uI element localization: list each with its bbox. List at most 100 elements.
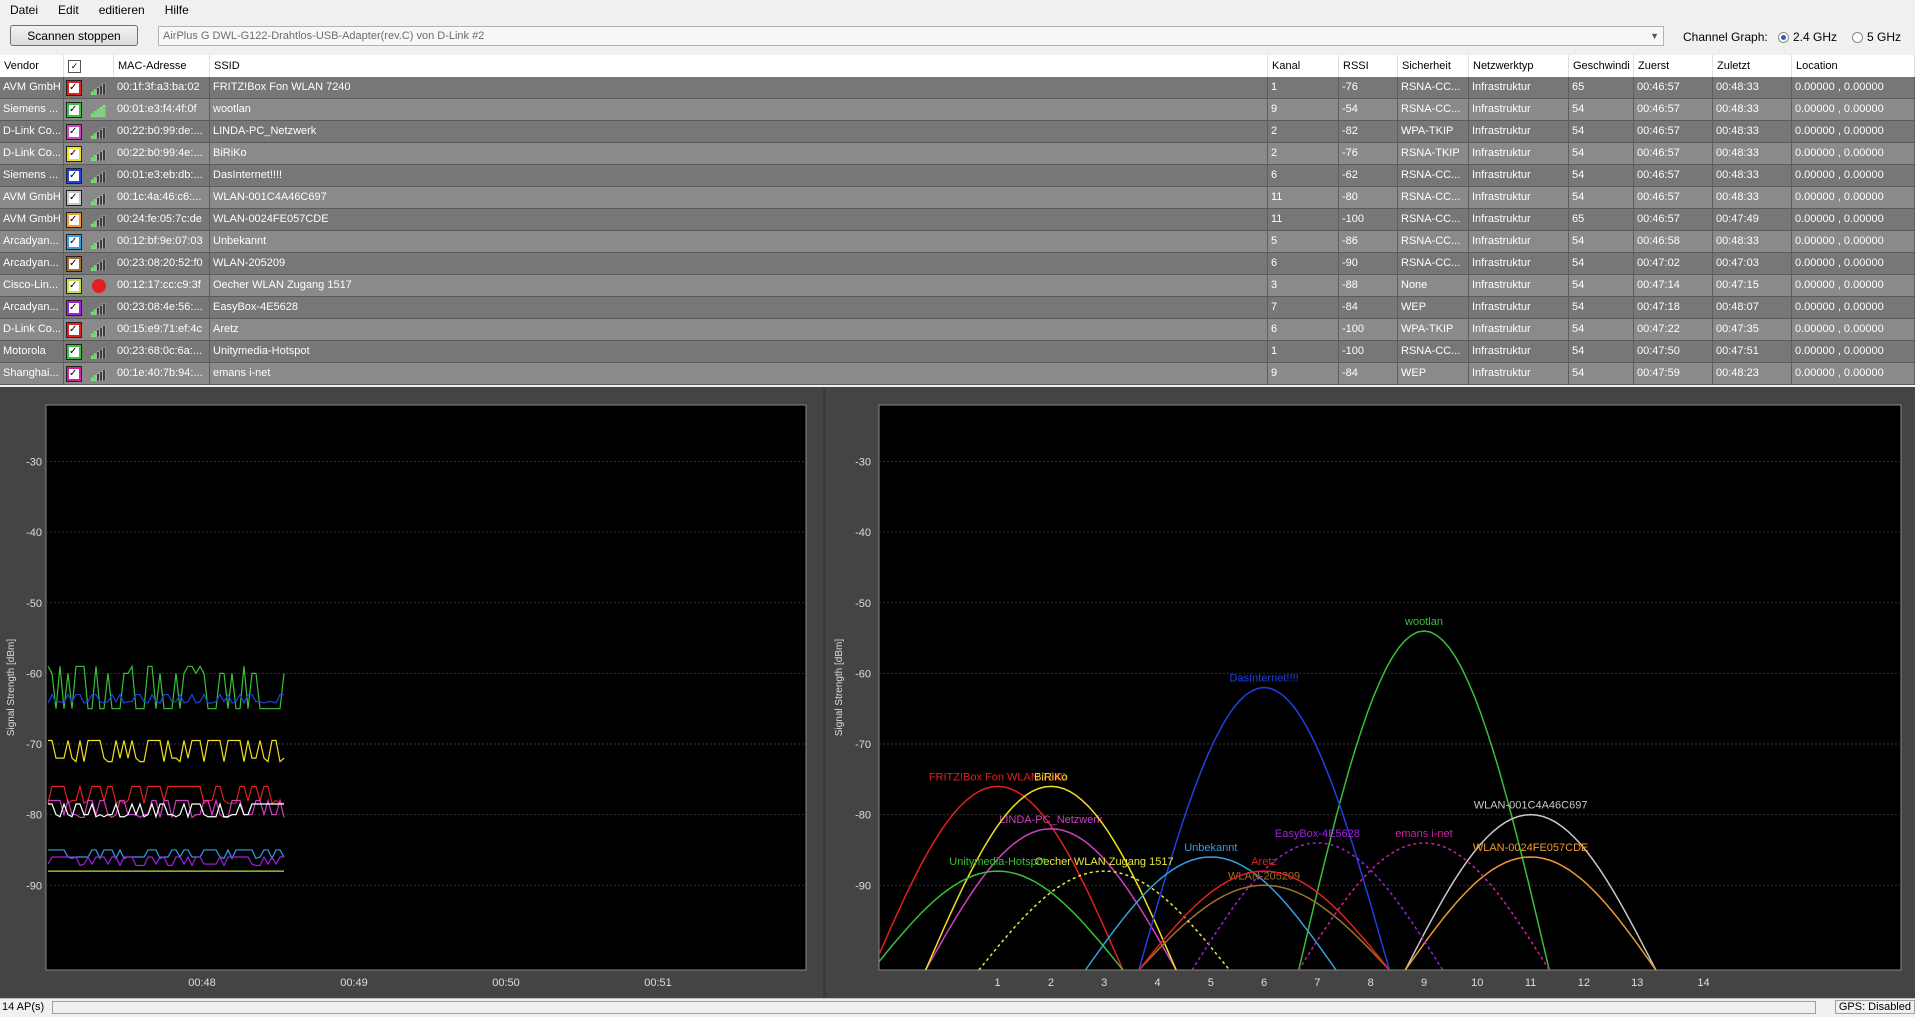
- cell-vendor: AVM GmbH: [0, 187, 64, 208]
- visible-checkbox[interactable]: ✓: [66, 322, 82, 338]
- series-label: LINDA-PC_Netzwerk: [999, 814, 1103, 826]
- visible-checkbox[interactable]: ✓: [66, 344, 82, 360]
- y-tick-label: -80: [26, 810, 42, 822]
- checkbox-icon: ✓: [69, 236, 78, 247]
- checkbox-icon[interactable]: ✓: [68, 60, 81, 73]
- cell-first: 00:46:57: [1634, 165, 1713, 186]
- band-5-radio[interactable]: 5 GHz: [1852, 30, 1901, 44]
- visible-checkbox[interactable]: ✓: [66, 212, 82, 228]
- x-tick-label: 5: [1208, 977, 1214, 989]
- table-row[interactable]: Arcadyan... 00:23:08:4e:56:... EasyBox-4E5…: [0, 297, 1915, 319]
- visible-checkbox[interactable]: ✓: [66, 300, 82, 316]
- table-row[interactable]: Arcadyan... 00:12:bf:9e:07:03 Unbekannt 5 -8…: [0, 231, 1915, 253]
- column-header-visible[interactable]: ✓: [64, 55, 114, 77]
- signal-bars-icon: [91, 170, 106, 183]
- cell-first: 00:46:57: [1634, 143, 1713, 164]
- chevron-down-icon[interactable]: ▼: [1650, 27, 1659, 45]
- cell-rssi: -84: [1339, 363, 1398, 384]
- menu-hilfe[interactable]: Hilfe: [155, 3, 199, 17]
- visible-checkbox[interactable]: ✓: [66, 168, 82, 184]
- cell-rssi: -62: [1339, 165, 1398, 186]
- cell-loc: 0.00000 , 0.00000: [1792, 187, 1915, 208]
- cell-mac: 00:22:b0:99:4e:...: [114, 143, 210, 164]
- table-row[interactable]: Siemens ... 00:01:e3:f4:4f:0f wootlan 9 -54 R…: [0, 99, 1915, 121]
- series-label: Unbekannt: [1184, 842, 1237, 854]
- cell-vendor: D-Link Co...: [0, 143, 64, 164]
- signal-bars-icon: [91, 104, 106, 117]
- x-tick-label: 2: [1048, 977, 1054, 989]
- column-header-sicherheit[interactable]: Sicherheit: [1398, 55, 1469, 77]
- table-row[interactable]: AVM GmbH 00:1f:3f:a3:ba:02 FRITZ!Box Fon W…: [0, 77, 1915, 99]
- visible-checkbox[interactable]: ✓: [66, 146, 82, 162]
- cell-last: 00:47:49: [1713, 209, 1792, 230]
- cell-last: 00:48:33: [1713, 165, 1792, 186]
- cell-ssid: wootlan: [210, 99, 1268, 120]
- table-row[interactable]: Motorola 00:23:68:0c:6a:... Unitymedia-Hot…: [0, 341, 1915, 363]
- cell-first: 00:47:02: [1634, 253, 1713, 274]
- adapter-select[interactable]: AirPlus G DWL-G122-Drahtlos-USB-Adapter(…: [158, 26, 1664, 46]
- y-tick-label: -90: [855, 880, 871, 892]
- column-header-geschwindi[interactable]: Geschwindi: [1569, 55, 1634, 77]
- column-header-zuerst[interactable]: Zuerst: [1634, 55, 1713, 77]
- visible-checkbox[interactable]: ✓: [66, 80, 82, 96]
- table-row[interactable]: Siemens ... 00:01:e3:eb:db:... DasInternet…: [0, 165, 1915, 187]
- table-row[interactable]: D-Link Co... 00:22:b0:99:4e:... BiRiKo 2 -76…: [0, 143, 1915, 165]
- cell-mac: 00:23:08:4e:56:...: [114, 297, 210, 318]
- column-header-mac-adresse[interactable]: MAC-Adresse: [114, 55, 210, 77]
- column-header-netzwerktyp[interactable]: Netzwerktyp: [1469, 55, 1569, 77]
- cell-kanal: 1: [1268, 341, 1339, 362]
- y-tick-label: -60: [855, 668, 871, 680]
- channel-graph-label: Channel Graph:: [1683, 30, 1768, 44]
- table-row[interactable]: Arcadyan... 00:23:08:20:52:f0 WLAN-205209 6…: [0, 253, 1915, 275]
- visible-checkbox[interactable]: ✓: [66, 124, 82, 140]
- menu-editieren[interactable]: editieren: [89, 3, 155, 17]
- menu-datei[interactable]: Datei: [0, 3, 48, 17]
- table-row[interactable]: D-Link Co... 00:22:b0:99:de:... LINDA-PC_N…: [0, 121, 1915, 143]
- visible-checkbox[interactable]: ✓: [66, 278, 82, 294]
- ap-count: 14 AP(s): [2, 1001, 45, 1013]
- table-row[interactable]: AVM GmbH 00:1c:4a:46:c6:... WLAN-001C4A46C…: [0, 187, 1915, 209]
- column-header-rssi[interactable]: RSSI: [1339, 55, 1398, 77]
- menu-edit[interactable]: Edit: [48, 3, 89, 17]
- x-tick-label: 7: [1314, 977, 1320, 989]
- cell-sec: WPA-TKIP: [1398, 319, 1469, 340]
- table-row[interactable]: Shanghai... 00:1e:40:7b:94:... emans i-net…: [0, 363, 1915, 385]
- cell-kanal: 1: [1268, 77, 1339, 98]
- cell-sec: RSNA-CC...: [1398, 77, 1469, 98]
- visible-checkbox[interactable]: ✓: [66, 190, 82, 206]
- cell-rssi: -82: [1339, 121, 1398, 142]
- band-2-4-radio[interactable]: 2.4 GHz: [1778, 30, 1837, 44]
- column-header-vendor[interactable]: Vendor: [0, 55, 64, 77]
- visible-checkbox[interactable]: ✓: [66, 234, 82, 250]
- cell-sec: RSNA-CC...: [1398, 231, 1469, 252]
- cell-sec: WEP: [1398, 297, 1469, 318]
- cell-mac: 00:15:e9:71:ef:4c: [114, 319, 210, 340]
- cell-speed: 54: [1569, 253, 1634, 274]
- cell-first: 00:46:57: [1634, 187, 1713, 208]
- visible-checkbox[interactable]: ✓: [66, 102, 82, 118]
- series-label: wootlan: [1404, 616, 1443, 628]
- table-row[interactable]: D-Link Co... 00:15:e9:71:ef:4c Aretz 6 -100 W…: [0, 319, 1915, 341]
- checkbox-icon: ✓: [69, 280, 78, 291]
- status-progress: [52, 1001, 1816, 1014]
- table-row[interactable]: Cisco-Lin... 00:12:17:cc:c9:3f Oecher WLAN…: [0, 275, 1915, 297]
- cell-kanal: 9: [1268, 363, 1339, 384]
- cell-speed: 54: [1569, 319, 1634, 340]
- cell-speed: 54: [1569, 165, 1634, 186]
- cell-type: Infrastruktur: [1469, 77, 1569, 98]
- visible-checkbox[interactable]: ✓: [66, 366, 82, 382]
- cell-vendor: Arcadyan...: [0, 231, 64, 252]
- column-header-kanal[interactable]: Kanal: [1268, 55, 1339, 77]
- scan-stop-button[interactable]: Scannen stoppen: [10, 25, 138, 46]
- column-header-zuletzt[interactable]: Zuletzt: [1713, 55, 1792, 77]
- cell-first: 00:46:57: [1634, 99, 1713, 120]
- signal-bars-icon: [91, 236, 106, 249]
- time-graph-panel: -30 -40 -50 -60 -70 -80 -90 00:48 00:49 00:50 00:5…: [0, 387, 823, 998]
- column-header-location[interactable]: Location: [1792, 55, 1915, 77]
- visible-checkbox[interactable]: ✓: [66, 256, 82, 272]
- table-row[interactable]: AVM GmbH 00:24:fe:05:7c:de WLAN-0024FE057C…: [0, 209, 1915, 231]
- cell-sec: RSNA-TKIP: [1398, 143, 1469, 164]
- column-header-ssid[interactable]: SSID: [210, 55, 1268, 77]
- cell-rssi: -54: [1339, 99, 1398, 120]
- open-network-icon: [92, 279, 106, 293]
